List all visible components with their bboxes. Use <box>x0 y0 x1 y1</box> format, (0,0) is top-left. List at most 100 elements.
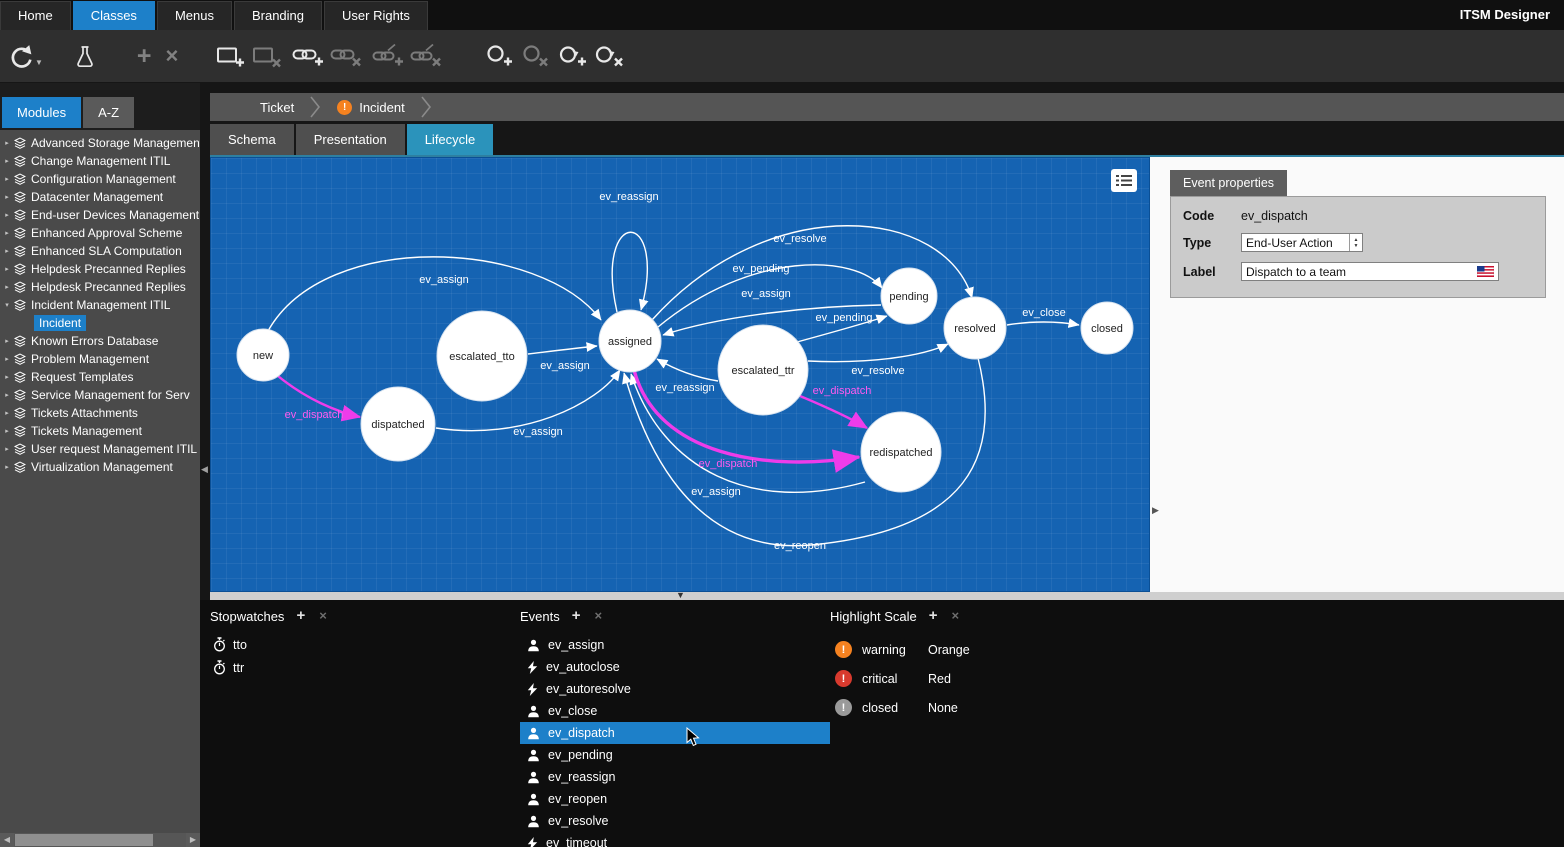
lifecycle-canvas[interactable]: ev_reassign ev_assign ev_resolve ev_pend… <box>210 157 1150 592</box>
diagram-options-button[interactable] <box>1111 169 1137 192</box>
transition-label[interactable]: ev_pending <box>816 312 873 324</box>
nav-tab-branding[interactable]: Branding <box>234 1 322 30</box>
state-new[interactable]: new <box>237 329 289 381</box>
transition-ev_assign-new-assigned[interactable] <box>268 257 601 331</box>
event-item[interactable]: ev_reassign <box>520 766 830 788</box>
add-stopwatch-button[interactable]: + <box>296 609 305 623</box>
sidebar-tab-modules[interactable]: Modules <box>2 97 81 128</box>
module-item[interactable]: ▸Problem Management <box>0 350 200 368</box>
transition-label[interactable]: ev_close <box>1022 307 1065 319</box>
scroll-right-arrow-icon[interactable]: ▶ <box>186 833 200 847</box>
module-item-incident-management[interactable]: ▾Incident Management ITIL <box>0 296 200 314</box>
event-item[interactable]: ev_timeout <box>520 832 830 847</box>
event-item-selected[interactable]: ev_dispatch <box>520 722 830 744</box>
class-item-row[interactable]: ▸Incident <box>0 314 200 332</box>
module-item[interactable]: ▸Datacenter Management <box>0 188 200 206</box>
stopwatch-item[interactable]: tto <box>213 633 510 656</box>
test-flask-button[interactable] <box>73 37 97 75</box>
expand-arrow-icon[interactable]: ▸ <box>0 373 12 381</box>
module-item[interactable]: ▸Tickets Management <box>0 422 200 440</box>
expand-arrow-icon[interactable]: ▸ <box>0 445 12 453</box>
tab-lifecycle[interactable]: Lifecycle <box>407 124 494 155</box>
undo-dropdown-caret-icon[interactable]: ▼ <box>35 58 43 67</box>
module-item[interactable]: ▸End-user Devices Management <box>0 206 200 224</box>
scrollbar-track[interactable] <box>14 833 186 847</box>
expand-arrow-icon[interactable]: ▸ <box>0 265 12 273</box>
tab-schema[interactable]: Schema <box>210 124 294 155</box>
breadcrumb-item-ticket[interactable]: Ticket <box>260 100 294 115</box>
expand-arrow-icon[interactable]: ▸ <box>0 175 12 183</box>
splitter-down-arrow-icon[interactable]: ▼ <box>676 590 685 600</box>
nav-tab-classes[interactable]: Classes <box>73 1 155 30</box>
add-highlight-button[interactable]: + <box>929 609 938 623</box>
module-item[interactable]: ▸Known Errors Database <box>0 332 200 350</box>
expand-arrow-icon[interactable]: ▸ <box>0 463 12 471</box>
module-item[interactable]: ▸Service Management for Serv <box>0 386 200 404</box>
event-item[interactable]: ev_close <box>520 700 830 722</box>
transition-label[interactable]: ev_assign <box>419 274 469 286</box>
highlight-row[interactable]: ! closed None <box>830 693 1160 722</box>
transition-ev_resolve-ttr-resolved[interactable] <box>808 344 948 362</box>
transition-label[interactable]: ev_resolve <box>851 365 904 377</box>
module-item[interactable]: ▸Advanced Storage Management <box>0 134 200 152</box>
new-class-button[interactable] <box>216 37 246 75</box>
module-item[interactable]: ▸User request Management ITIL <box>0 440 200 458</box>
transition-ev_assign-tto-assigned[interactable] <box>528 346 597 354</box>
module-item[interactable]: ▸Configuration Management <box>0 170 200 188</box>
event-item[interactable]: ev_autoresolve <box>520 678 830 700</box>
state-resolved[interactable]: resolved <box>944 297 1006 359</box>
state-closed[interactable]: closed <box>1081 302 1133 354</box>
add-event-button[interactable]: + <box>572 609 581 623</box>
transition-label[interactable]: ev_assign <box>691 486 741 498</box>
event-item[interactable]: ev_pending <box>520 744 830 766</box>
expand-arrow-icon[interactable]: ▸ <box>0 211 12 219</box>
state-assigned[interactable]: assigned <box>599 310 661 372</box>
new-transition-button[interactable] <box>558 37 588 75</box>
transition-ev_close-resolved-closed[interactable] <box>1007 322 1079 325</box>
module-item[interactable]: ▸Change Management ITIL <box>0 152 200 170</box>
transition-ev_reassign-self[interactable] <box>612 232 647 312</box>
collapse-sidebar-arrow-icon[interactable]: ◀ <box>201 464 208 475</box>
expand-arrow-icon[interactable]: ▸ <box>0 409 12 417</box>
event-item[interactable]: ev_resolve <box>520 810 830 832</box>
module-item[interactable]: ▸Virtualization Management <box>0 458 200 476</box>
state-redispatched[interactable]: redispatched <box>861 412 941 492</box>
undo-button[interactable] <box>8 37 35 75</box>
expand-arrow-icon[interactable]: ▸ <box>0 247 12 255</box>
transition-label[interactable]: ev_pending <box>733 263 790 275</box>
module-item[interactable]: ▸Helpdesk Precanned Replies <box>0 278 200 296</box>
delete-transition-button[interactable] <box>594 37 624 75</box>
expand-arrow-icon[interactable]: ▸ <box>0 229 12 237</box>
horizontal-splitter[interactable]: ▼ <box>210 592 1564 600</box>
transition-label[interactable]: ev_reopen <box>774 540 826 552</box>
delete-event-button[interactable]: × <box>595 609 603 623</box>
state-escalated_tto[interactable]: escalated_tto <box>437 311 527 401</box>
expand-arrow-icon[interactable]: ▸ <box>0 355 12 363</box>
tab-presentation[interactable]: Presentation <box>296 124 405 155</box>
transition-label[interactable]: ev_reassign <box>599 191 658 203</box>
scrollbar-thumb[interactable] <box>15 834 153 846</box>
collapse-arrow-icon[interactable]: ▾ <box>0 301 12 309</box>
expand-arrow-icon[interactable]: ▸ <box>0 157 12 165</box>
transition-label[interactable]: ev_assign <box>540 360 590 372</box>
nav-tab-menus[interactable]: Menus <box>157 1 232 30</box>
nav-tab-user-rights[interactable]: User Rights <box>324 1 428 30</box>
sidebar-tab-az[interactable]: A-Z <box>83 97 134 128</box>
transition-label[interactable]: ev_reassign <box>655 382 714 394</box>
scroll-left-arrow-icon[interactable]: ◀ <box>0 833 14 847</box>
breadcrumb-item-incident[interactable]: Incident <box>359 100 405 115</box>
type-select[interactable]: End-User Action ▲▼ <box>1241 233 1363 252</box>
transition-label[interactable]: ev_assign <box>741 288 791 300</box>
transition-label-highlighted[interactable]: ev_dispatch <box>699 458 758 470</box>
class-item-incident[interactable]: Incident <box>34 315 86 331</box>
module-item[interactable]: ▸Request Templates <box>0 368 200 386</box>
expand-arrow-icon[interactable]: ▸ <box>0 193 12 201</box>
transition-ev_dispatch-ttr-redispatched[interactable] <box>800 396 867 428</box>
highlight-row[interactable]: ! warning Orange <box>830 635 1160 664</box>
expand-arrow-icon[interactable]: ▸ <box>0 283 12 291</box>
expand-arrow-icon[interactable]: ▸ <box>0 427 12 435</box>
event-item[interactable]: ev_assign <box>520 634 830 656</box>
event-item[interactable]: ev_autoclose <box>520 656 830 678</box>
module-item[interactable]: ▸Tickets Attachments <box>0 404 200 422</box>
transition-label-highlighted[interactable]: ev_dispatch <box>285 409 344 421</box>
